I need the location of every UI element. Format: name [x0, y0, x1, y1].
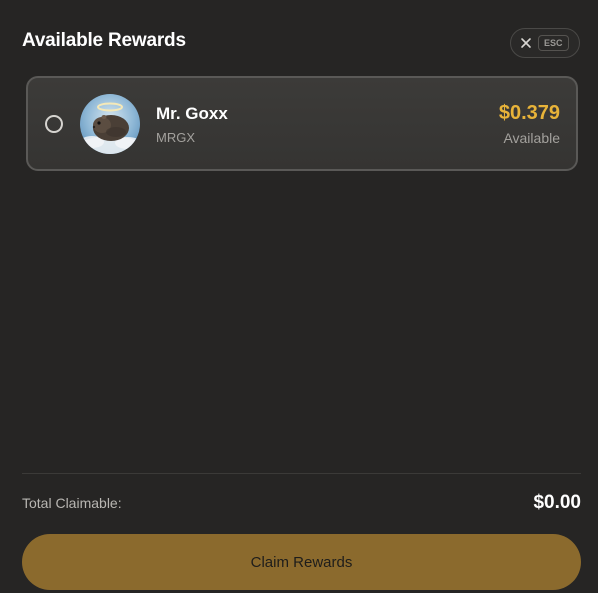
hamster-angel-avatar: [80, 94, 140, 154]
total-claimable-value: $0.00: [533, 492, 581, 513]
reward-token-symbol: MRGX: [156, 130, 195, 145]
reward-token-amount: $0.379: [498, 102, 560, 124]
close-button[interactable]: ESC: [510, 28, 580, 58]
reward-item-mrgx[interactable]: Mr. Goxx MRGX $0.379 Available: [26, 76, 578, 171]
claim-rewards-button[interactable]: Claim Rewards: [22, 534, 581, 590]
total-claimable-label: Total Claimable:: [22, 495, 122, 511]
close-icon: [521, 38, 531, 48]
reward-token-name: Mr. Goxx: [156, 104, 228, 123]
reward-token-status: Available: [503, 130, 560, 146]
esc-key-badge: ESC: [538, 35, 569, 51]
rewards-panel: Available Rewards ESC Mr. Goxx MRGX $0.3…: [0, 0, 598, 593]
reward-select-radio[interactable]: [45, 115, 63, 133]
footer-divider: [22, 473, 581, 474]
panel-title: Available Rewards: [22, 30, 186, 51]
